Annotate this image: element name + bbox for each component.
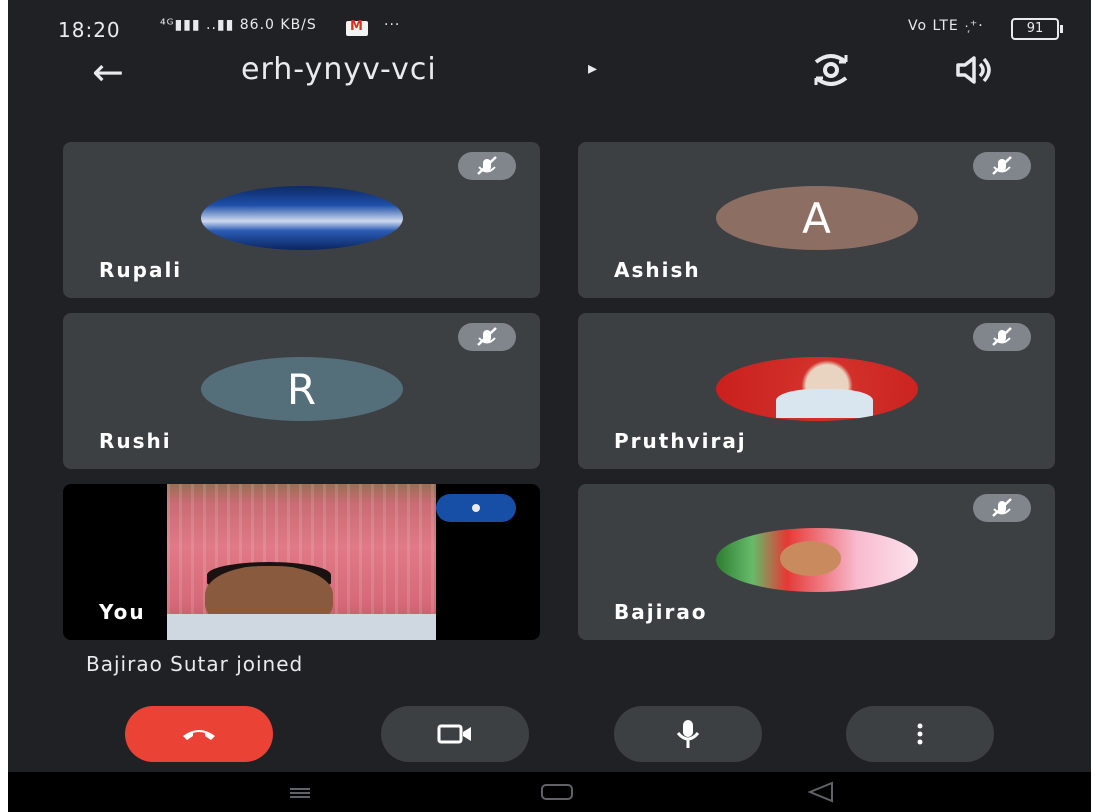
gmail-notification-icon <box>346 19 368 36</box>
meeting-code-title[interactable]: erh-ynyv-vci <box>241 52 437 87</box>
avatar-letter: A <box>715 186 918 250</box>
network-signal-text: ⁴ᴳ▮▮▮ ..▮▮ 86.0 KB/S <box>160 17 317 33</box>
avatar-image <box>715 357 918 421</box>
mic-off-icon <box>458 152 516 180</box>
audio-level-indicator-icon <box>436 494 516 522</box>
participant-name: Rushi <box>99 429 172 453</box>
home-button-icon[interactable] <box>541 784 573 800</box>
self-video-tile[interactable]: You <box>63 484 540 640</box>
avatar-letter: R <box>200 357 403 421</box>
back-triangle-icon[interactable] <box>806 780 836 804</box>
avatar-image <box>200 186 403 250</box>
join-notification-toast: Bajirao Sutar joined <box>86 652 304 676</box>
volte-signal-text: Vo LTE ·᷊⁺· <box>908 18 984 34</box>
avatar-image <box>715 528 918 592</box>
camera-toggle-button[interactable] <box>381 706 529 762</box>
meeting-details-caret-icon[interactable]: ▸ <box>588 58 597 79</box>
mic-off-icon <box>973 152 1031 180</box>
participant-name: Pruthviraj <box>614 429 747 453</box>
battery-level: 91 <box>1026 21 1044 36</box>
status-more-dots: ··· <box>384 17 401 33</box>
more-vertical-icon <box>917 723 923 745</box>
video-camera-icon <box>437 724 471 744</box>
system-navigation-bar <box>8 772 1091 812</box>
participant-tile-ashish[interactable]: A Ashish <box>578 142 1055 298</box>
participant-tile-pruthviraj[interactable]: Pruthviraj <box>578 313 1055 469</box>
participant-tile-rushi[interactable]: R Rushi <box>63 313 540 469</box>
participant-tile-bajirao[interactable]: Bajirao <box>578 484 1055 640</box>
back-arrow-icon[interactable]: ← <box>92 50 124 94</box>
speaker-icon[interactable] <box>954 54 994 86</box>
mic-off-icon <box>973 494 1031 522</box>
self-camera-feed <box>167 484 436 640</box>
mic-off-icon <box>973 323 1031 351</box>
participant-name: Rupali <box>99 258 183 282</box>
meet-call-screen: 18:20 ⁴ᴳ▮▮▮ ..▮▮ 86.0 KB/S ··· Vo LTE ·᷊… <box>8 0 1091 812</box>
participant-name: Ashish <box>614 258 701 282</box>
battery-icon: 91 <box>1011 18 1063 40</box>
end-call-button[interactable] <box>125 706 273 762</box>
mic-off-icon <box>458 323 516 351</box>
participant-tile-rupali[interactable]: Rupali <box>63 142 540 298</box>
switch-camera-icon[interactable] <box>810 52 852 86</box>
phone-hangup-icon <box>183 730 215 740</box>
microphone-toggle-button[interactable] <box>614 706 762 762</box>
microphone-icon <box>676 720 700 748</box>
more-options-button[interactable] <box>846 706 994 762</box>
status-bar: 18:20 ⁴ᴳ▮▮▮ ..▮▮ 86.0 KB/S ··· Vo LTE ·᷊… <box>8 0 1091 52</box>
recents-menu-icon[interactable] <box>288 788 312 798</box>
participant-name: You <box>99 600 146 624</box>
participant-name: Bajirao <box>614 600 708 624</box>
status-time: 18:20 <box>58 18 121 42</box>
